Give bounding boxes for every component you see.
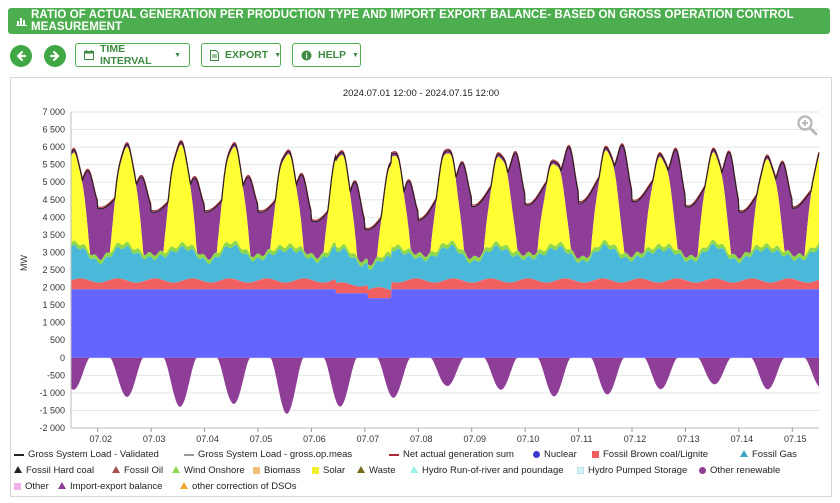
y-axis-label: MW	[19, 255, 29, 271]
chart-title: 2024.07.01 12:00 - 2024.07.15 12:00	[343, 88, 499, 99]
legend-item[interactable]: Other renewable	[699, 465, 780, 476]
x-tick-label: 07.13	[677, 434, 700, 444]
y-tick-label: 500	[50, 335, 65, 345]
triangle-icon	[58, 481, 66, 492]
triangle-icon	[740, 449, 748, 460]
y-tick-label: 5 000	[42, 177, 65, 187]
y-tick-label: 3 500	[42, 230, 65, 240]
square-icon	[577, 467, 584, 474]
y-tick-label: -1 500	[39, 405, 65, 415]
y-tick-label: 3 000	[42, 247, 65, 257]
x-tick-label: 07.04	[196, 434, 219, 444]
legend-item[interactable]: Fossil Hard coal	[14, 465, 94, 476]
line-icon	[14, 453, 24, 456]
y-tick-label: 7 000	[42, 107, 65, 117]
legend-item[interactable]: Biomass	[253, 465, 300, 476]
import-export-negative-area	[71, 357, 819, 414]
square-icon	[592, 451, 599, 458]
time-interval-label: TIME INTERVAL	[100, 43, 152, 67]
legend-item[interactable]: Solar	[312, 465, 345, 476]
arrow-left-icon	[16, 50, 27, 62]
y-tick-label: 4 000	[42, 212, 65, 222]
y-tick-label: 2 500	[42, 265, 65, 275]
y-tick-label: 0	[60, 353, 65, 363]
legend-item[interactable]: Other	[14, 481, 49, 492]
y-tick-label: 4 500	[42, 195, 65, 205]
square-icon	[312, 467, 319, 474]
calendar-icon	[84, 50, 94, 60]
legend-item[interactable]: Hydro Pumped Storage	[577, 465, 687, 476]
chart-canvas: 2024.07.01 12:00 - 2024.07.15 12:00 MW 7…	[19, 88, 820, 444]
page-header: RATIO OF ACTUAL GENERATION PER PRODUCTIO…	[8, 8, 830, 34]
y-tick-label: 5 500	[42, 160, 65, 170]
legend-item[interactable]: Net actual generation sum	[389, 449, 514, 460]
caret-down-icon: ▼	[174, 51, 181, 59]
time-interval-button[interactable]: TIME INTERVAL ▼	[75, 43, 190, 67]
triangle-icon	[357, 465, 365, 476]
y-tick-label: 6 500	[42, 125, 65, 135]
x-tick-label: 07.12	[624, 434, 647, 444]
circle-icon	[533, 451, 540, 458]
y-tick-label: -2 000	[39, 423, 65, 433]
legend-item[interactable]: Hydro Run-of-river and poundage	[410, 465, 564, 476]
circle-icon	[699, 467, 706, 474]
x-tick-label: 07.05	[250, 434, 273, 444]
legend-item[interactable]: other correction of DSOs	[180, 481, 297, 492]
caret-down-icon: ▼	[274, 51, 282, 59]
back-button[interactable]	[10, 45, 32, 67]
file-icon	[210, 49, 219, 61]
y-tick-label: 6 000	[42, 142, 65, 152]
legend-item[interactable]: Fossil Gas	[740, 449, 797, 460]
triangle-icon	[14, 465, 22, 476]
legend-item[interactable]: Fossil Brown coal/Lignite	[592, 449, 708, 460]
x-tick-label: 07.06	[303, 434, 326, 444]
x-tick-label: 07.07	[357, 434, 380, 444]
help-button[interactable]: HELP ▼	[292, 43, 361, 67]
square-icon	[253, 467, 260, 474]
toolbar: TIME INTERVAL ▼ EXPORT ▼ HELP ▼	[10, 43, 830, 69]
x-tick-label: 07.15	[784, 434, 807, 444]
export-button[interactable]: EXPORT ▼	[201, 43, 281, 67]
line-icon	[184, 453, 194, 456]
export-label: EXPORT	[225, 49, 269, 61]
square-icon	[14, 483, 21, 490]
x-tick-label: 07.08	[410, 434, 433, 444]
help-label: HELP	[318, 49, 347, 61]
nuclear-area	[71, 289, 819, 358]
legend-item[interactable]: Gross System Load - Validated	[14, 449, 159, 460]
triangle-icon	[410, 465, 418, 476]
triangle-icon	[112, 465, 120, 476]
legend-item[interactable]: Fossil Oil	[112, 465, 163, 476]
x-tick-label: 07.14	[731, 434, 754, 444]
x-tick-label: 07.10	[517, 434, 540, 444]
chart-legend: Gross System Load - Validated Gross Syst…	[10, 449, 832, 497]
caret-down-icon: ▼	[352, 51, 359, 59]
legend-item[interactable]: Wind Onshore	[172, 465, 245, 476]
x-tick-label: 07.09	[463, 434, 486, 444]
x-tick-label: 07.02	[89, 434, 112, 444]
y-tick-label: 1 000	[42, 318, 65, 328]
info-icon	[301, 50, 312, 61]
zoom-icon[interactable]	[796, 114, 818, 141]
forward-button[interactable]	[44, 45, 66, 67]
y-tick-label: -1 000	[39, 388, 65, 398]
bar-chart-icon	[16, 16, 27, 26]
y-tick-label: 2 000	[42, 283, 65, 293]
x-tick-label: 07.03	[143, 434, 166, 444]
arrow-right-icon	[49, 50, 60, 62]
legend-item[interactable]: Waste	[357, 465, 396, 476]
triangle-icon	[172, 465, 180, 476]
legend-item[interactable]: Import-export balance	[58, 481, 162, 492]
x-tick-label: 07.11	[571, 434, 593, 444]
legend-item[interactable]: Gross System Load - gross.op.meas	[184, 449, 352, 460]
page-title: RATIO OF ACTUAL GENERATION PER PRODUCTIO…	[31, 9, 794, 33]
y-tick-label: 1 500	[42, 300, 65, 310]
triangle-icon	[180, 481, 188, 492]
chart-panel: 2024.07.01 12:00 - 2024.07.15 12:00 MW 7…	[10, 77, 832, 497]
line-icon	[389, 453, 399, 456]
legend-item[interactable]: Nuclear	[533, 449, 577, 460]
y-tick-label: -500	[47, 370, 65, 380]
